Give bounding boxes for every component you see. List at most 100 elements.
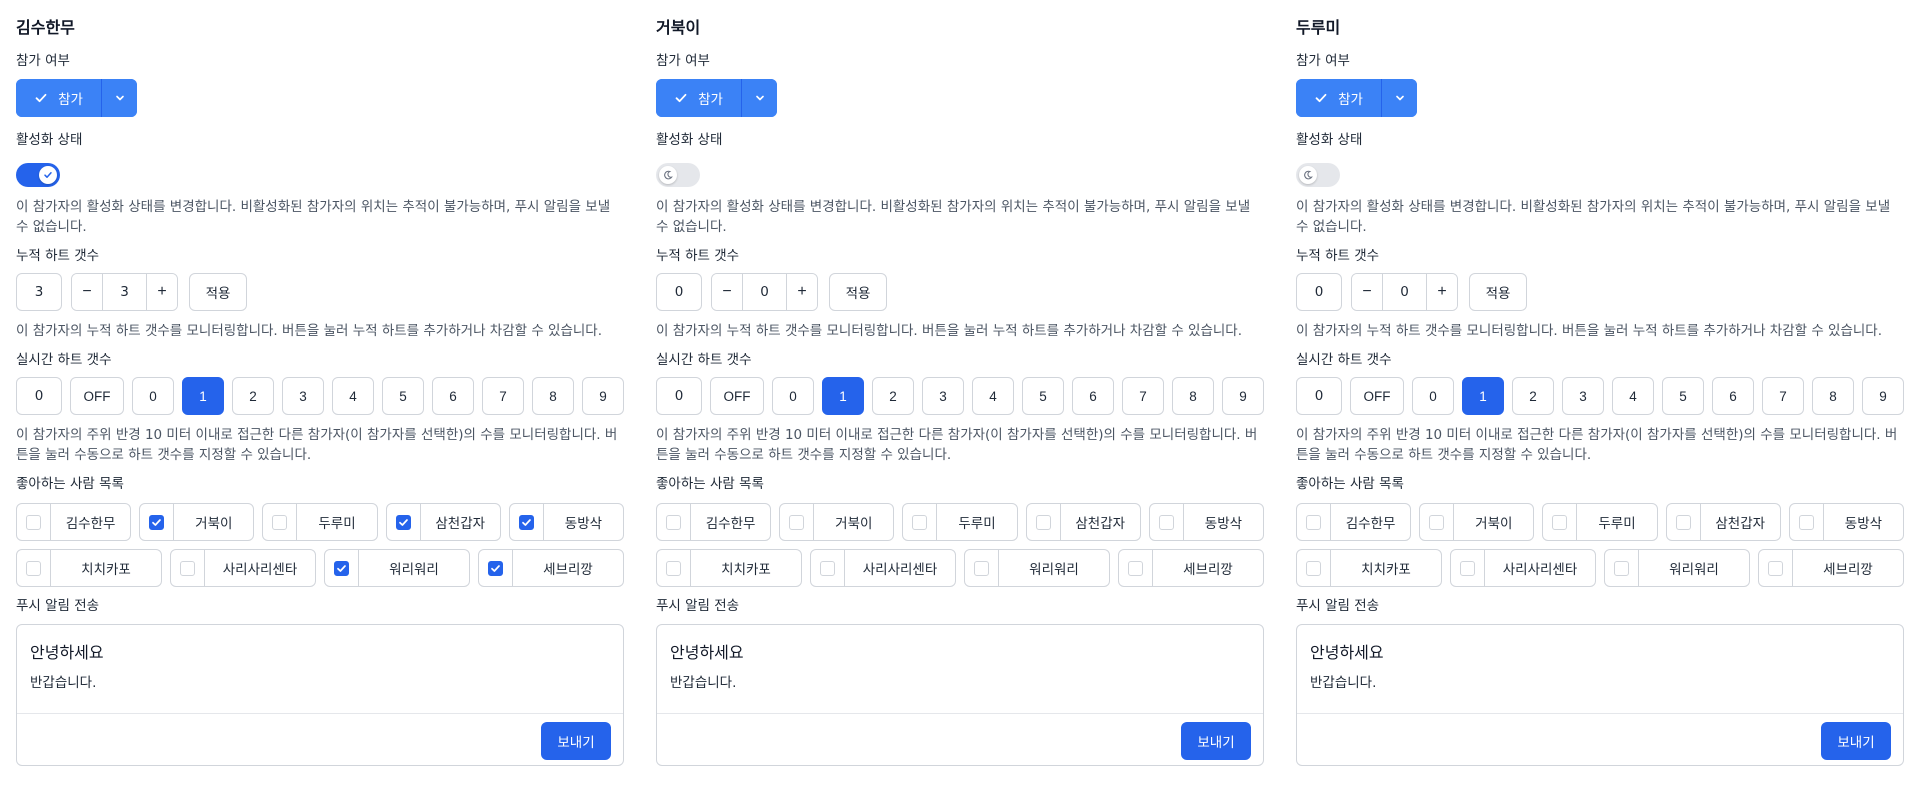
like-item[interactable]: 두루미: [1542, 503, 1658, 541]
like-checkbox[interactable]: [666, 560, 681, 576]
like-item[interactable]: 삼천갑자: [1665, 503, 1781, 541]
participation-dropdown-button[interactable]: [1381, 79, 1417, 117]
realtime-option-9[interactable]: 9: [582, 377, 624, 415]
decrement-button[interactable]: −: [1352, 274, 1382, 310]
realtime-option-5[interactable]: 5: [1022, 377, 1064, 415]
realtime-option-6[interactable]: 6: [1072, 377, 1114, 415]
participation-dropdown-button[interactable]: [741, 79, 777, 117]
like-checkbox[interactable]: [149, 514, 165, 530]
activation-toggle[interactable]: [656, 163, 700, 187]
realtime-option-1[interactable]: 1: [822, 377, 864, 415]
like-checkbox[interactable]: [1035, 514, 1051, 530]
like-item[interactable]: 세브리깡: [1118, 549, 1264, 587]
realtime-option-7[interactable]: 7: [482, 377, 524, 415]
like-item[interactable]: 거북이: [1419, 503, 1535, 541]
realtime-option-4[interactable]: 4: [972, 377, 1014, 415]
realtime-option-3[interactable]: 3: [282, 377, 324, 415]
like-checkbox[interactable]: [1429, 514, 1445, 530]
realtime-option-9[interactable]: 9: [1862, 377, 1904, 415]
decrement-button[interactable]: −: [712, 274, 742, 310]
like-checkbox[interactable]: [395, 514, 411, 530]
like-item[interactable]: 치치카포: [16, 549, 162, 587]
increment-button[interactable]: +: [1427, 274, 1457, 310]
stepper-value[interactable]: 3: [102, 274, 147, 310]
like-checkbox[interactable]: [334, 560, 349, 576]
like-item[interactable]: 두루미: [262, 503, 378, 541]
like-item[interactable]: 김수한무: [16, 503, 132, 541]
realtime-option-0[interactable]: 0: [132, 377, 174, 415]
like-checkbox[interactable]: [272, 514, 288, 530]
like-checkbox[interactable]: [1306, 514, 1321, 530]
realtime-option-6[interactable]: 6: [432, 377, 474, 415]
realtime-option-5[interactable]: 5: [382, 377, 424, 415]
realtime-option-3[interactable]: 3: [922, 377, 964, 415]
realtime-option-1[interactable]: 1: [182, 377, 224, 415]
realtime-option-2[interactable]: 2: [232, 377, 274, 415]
like-checkbox[interactable]: [912, 514, 928, 530]
like-item[interactable]: 삼천갑자: [385, 503, 501, 541]
push-title-input[interactable]: 안녕하세요: [30, 639, 104, 663]
send-button[interactable]: 보내기: [1181, 722, 1251, 760]
push-title-input[interactable]: 안녕하세요: [670, 639, 744, 663]
like-checkbox[interactable]: [488, 560, 503, 576]
realtime-option-1[interactable]: 1: [1462, 377, 1504, 415]
realtime-option-off[interactable]: OFF: [710, 377, 764, 415]
like-item[interactable]: 김수한무: [1296, 503, 1412, 541]
like-checkbox[interactable]: [26, 560, 41, 576]
realtime-option-off[interactable]: OFF: [70, 377, 124, 415]
like-item[interactable]: 사리사리센타: [170, 549, 316, 587]
like-item[interactable]: 거북이: [139, 503, 255, 541]
participate-button[interactable]: 참가: [16, 79, 101, 117]
activation-toggle[interactable]: [16, 163, 60, 187]
like-checkbox[interactable]: [1128, 560, 1143, 576]
participate-button[interactable]: 참가: [1296, 79, 1381, 117]
like-checkbox[interactable]: [26, 514, 41, 530]
like-item[interactable]: 동방삭: [1148, 503, 1265, 541]
realtime-option-7[interactable]: 7: [1762, 377, 1804, 415]
realtime-option-4[interactable]: 4: [1612, 377, 1654, 415]
like-item[interactable]: 삼천갑자: [1025, 503, 1141, 541]
like-item[interactable]: 워리워리: [324, 549, 470, 587]
realtime-option-0[interactable]: 0: [1412, 377, 1454, 415]
apply-button[interactable]: 적용: [1469, 273, 1527, 311]
like-item[interactable]: 동방삭: [1788, 503, 1905, 541]
send-button[interactable]: 보내기: [541, 722, 611, 760]
realtime-option-9[interactable]: 9: [1222, 377, 1264, 415]
participate-button[interactable]: 참가: [656, 79, 741, 117]
like-checkbox[interactable]: [789, 514, 805, 530]
like-checkbox[interactable]: [180, 560, 195, 576]
like-item[interactable]: 거북이: [779, 503, 895, 541]
like-item[interactable]: 사리사리센타: [1450, 549, 1596, 587]
like-item[interactable]: 워리워리: [1604, 549, 1750, 587]
like-item[interactable]: 김수한무: [656, 503, 772, 541]
like-checkbox[interactable]: [974, 560, 989, 576]
participation-dropdown-button[interactable]: [101, 79, 137, 117]
realtime-option-off[interactable]: OFF: [1350, 377, 1404, 415]
like-checkbox[interactable]: [820, 560, 835, 576]
realtime-option-2[interactable]: 2: [1512, 377, 1554, 415]
realtime-option-6[interactable]: 6: [1712, 377, 1754, 415]
like-item[interactable]: 사리사리센타: [810, 549, 956, 587]
like-checkbox[interactable]: [1158, 514, 1174, 530]
like-item[interactable]: 두루미: [902, 503, 1018, 541]
apply-button[interactable]: 적용: [189, 273, 247, 311]
push-title-input[interactable]: 안녕하세요: [1310, 639, 1384, 663]
like-checkbox[interactable]: [1460, 560, 1475, 576]
like-checkbox[interactable]: [1552, 514, 1568, 530]
realtime-option-8[interactable]: 8: [532, 377, 574, 415]
realtime-option-8[interactable]: 8: [1172, 377, 1214, 415]
realtime-option-8[interactable]: 8: [1812, 377, 1854, 415]
like-item[interactable]: 동방삭: [508, 503, 625, 541]
apply-button[interactable]: 적용: [829, 273, 887, 311]
like-item[interactable]: 세브리깡: [1758, 549, 1904, 587]
realtime-option-0[interactable]: 0: [772, 377, 814, 415]
send-button[interactable]: 보내기: [1821, 722, 1891, 760]
push-body-input[interactable]: 반갑습니다.: [1310, 671, 1376, 691]
like-checkbox[interactable]: [666, 514, 681, 530]
decrement-button[interactable]: −: [72, 274, 102, 310]
realtime-option-4[interactable]: 4: [332, 377, 374, 415]
stepper-value[interactable]: 0: [742, 274, 787, 310]
like-checkbox[interactable]: [1675, 514, 1691, 530]
stepper-value[interactable]: 0: [1382, 274, 1427, 310]
realtime-option-5[interactable]: 5: [1662, 377, 1704, 415]
